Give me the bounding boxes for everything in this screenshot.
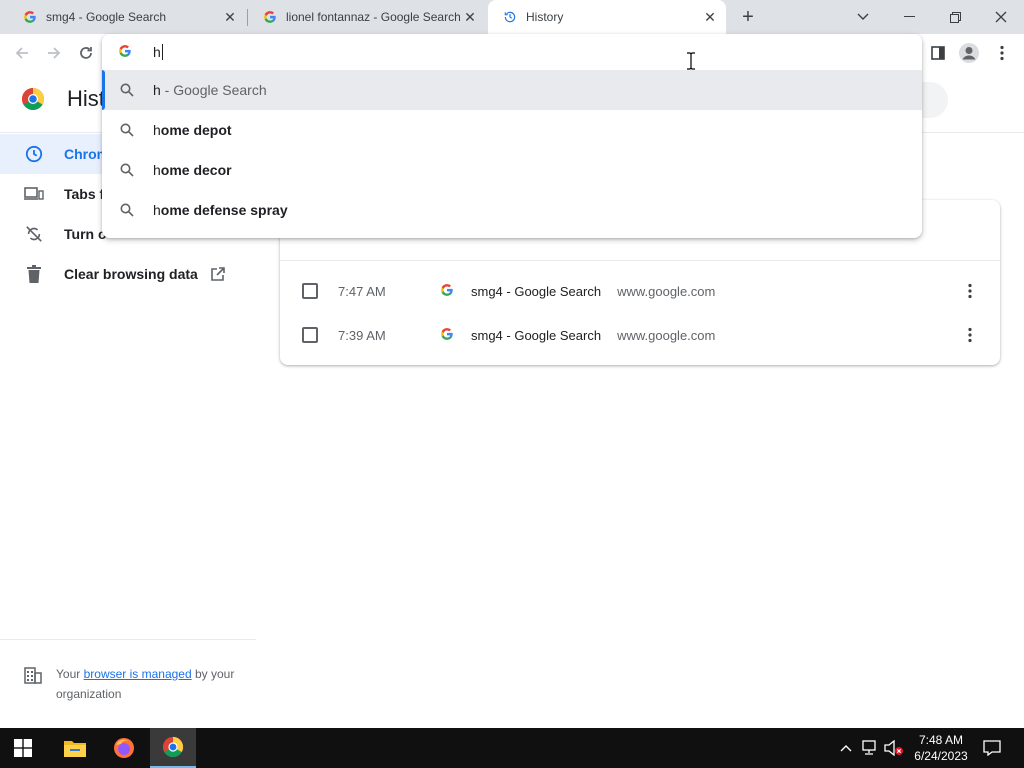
address-input[interactable]: h xyxy=(153,44,163,60)
network-icon[interactable] xyxy=(860,738,880,758)
clock-date: 6/24/2023 xyxy=(914,749,968,763)
omnibox-dropdown: h h - Google Search home depot home deco… xyxy=(102,34,922,238)
tab-history[interactable]: History ✕ xyxy=(488,0,726,34)
close-icon[interactable]: ✕ xyxy=(220,7,240,27)
address-input-value: h xyxy=(153,44,161,60)
google-icon xyxy=(440,283,456,299)
chrome-taskbar-icon[interactable] xyxy=(150,728,196,768)
address-bar[interactable]: h xyxy=(102,34,922,70)
visit-title-link[interactable]: smg4 - Google Search xyxy=(471,328,601,343)
minimize-button[interactable] xyxy=(886,0,932,34)
text-caret xyxy=(161,44,163,60)
sidebar-item-label: Clear browsing data xyxy=(64,266,198,282)
google-icon xyxy=(440,327,456,343)
clock-time: 7:48 AM xyxy=(918,733,964,747)
suggestion-text: home defense spray xyxy=(153,202,288,218)
card-divider xyxy=(280,260,1000,261)
suggestion-description: - Google Search xyxy=(160,82,267,98)
sidebar-item-label: Turn o xyxy=(64,226,107,242)
volume-muted-icon[interactable] xyxy=(884,738,904,758)
history-row[interactable]: 7:47 AM smg4 - Google Search www.google.… xyxy=(280,269,1000,313)
more-actions-icon[interactable] xyxy=(960,325,980,345)
google-icon xyxy=(262,9,278,25)
suggestion-item[interactable]: h - Google Search xyxy=(102,70,922,110)
text-cursor-icon xyxy=(686,52,696,70)
clock-icon xyxy=(24,144,44,164)
tab-strip: smg4 - Google Search ✕ lionel fontannaz … xyxy=(0,0,1024,34)
tab-title: History xyxy=(526,10,564,24)
sidebar-divider xyxy=(0,639,256,640)
google-icon xyxy=(22,9,38,25)
suggestion-completion: ome defense spray xyxy=(160,202,288,218)
tab-title: smg4 - Google Search xyxy=(46,10,167,24)
sync-off-icon xyxy=(24,224,44,244)
suggestion-typed: h xyxy=(153,122,161,138)
trash-icon xyxy=(24,264,44,284)
sidebar-item-label: Tabs f xyxy=(64,186,105,202)
devices-icon xyxy=(24,184,44,204)
history-row[interactable]: 7:39 AM smg4 - Google Search www.google.… xyxy=(280,313,1000,357)
suggestion-item[interactable]: home depot xyxy=(102,110,922,150)
firefox-icon[interactable] xyxy=(101,728,147,768)
profile-icon[interactable] xyxy=(957,41,981,65)
suggestion-typed: h xyxy=(153,162,161,178)
tab-search-icon[interactable] xyxy=(840,0,886,34)
search-icon xyxy=(120,123,134,137)
close-icon[interactable]: ✕ xyxy=(700,7,720,27)
visit-domain: www.google.com xyxy=(617,283,716,299)
building-icon xyxy=(24,666,42,684)
suggestion-item[interactable]: home defense spray xyxy=(102,190,922,230)
tab-title: lionel fontannaz - Google Search xyxy=(286,10,460,24)
start-button[interactable] xyxy=(0,728,46,768)
history-icon xyxy=(502,9,518,25)
row-checkbox[interactable] xyxy=(302,283,318,299)
system-clock[interactable]: 7:48 AM 6/24/2023 xyxy=(906,732,976,764)
close-window-button[interactable] xyxy=(978,0,1024,34)
chevron-up-icon[interactable] xyxy=(836,738,856,758)
side-panel-icon[interactable] xyxy=(926,41,950,65)
row-checkbox[interactable] xyxy=(302,327,318,343)
search-icon xyxy=(120,163,134,177)
suggestion-text: home decor xyxy=(153,162,232,178)
suggestion-item[interactable]: home decor xyxy=(102,150,922,190)
restore-button[interactable] xyxy=(932,0,978,34)
suggestion-completion: ome decor xyxy=(160,162,232,178)
taskbar: 7:48 AM 6/24/2023 xyxy=(0,728,1024,768)
managed-prefix: Your xyxy=(56,667,84,681)
tab-smg4[interactable]: smg4 - Google Search ✕ xyxy=(8,0,246,34)
more-actions-icon[interactable] xyxy=(960,281,980,301)
forward-button[interactable] xyxy=(42,41,66,65)
tab-lionel[interactable]: lionel fontannaz - Google Search ✕ xyxy=(248,0,486,34)
notifications-icon[interactable] xyxy=(982,738,1002,758)
suggestion-text: h - Google Search xyxy=(153,82,267,98)
file-explorer-icon[interactable] xyxy=(52,728,98,768)
back-button[interactable] xyxy=(10,41,34,65)
sidebar-item-clear-browsing-data[interactable]: Clear browsing data xyxy=(0,254,256,294)
external-link-icon xyxy=(210,266,226,282)
visit-domain: www.google.com xyxy=(617,327,716,343)
visit-title-link[interactable]: smg4 - Google Search xyxy=(471,284,601,299)
suggestion-typed: h xyxy=(153,202,161,218)
browser-managed-link[interactable]: browser is managed xyxy=(84,667,192,681)
close-icon[interactable]: ✕ xyxy=(460,7,480,27)
chrome-logo-icon xyxy=(21,87,45,111)
menu-icon[interactable] xyxy=(990,41,1014,65)
reload-button[interactable] xyxy=(74,41,98,65)
visit-time: 7:39 AM xyxy=(338,327,386,343)
google-icon xyxy=(118,44,134,60)
page-title: Hist xyxy=(67,86,105,111)
suggestion-completion: ome depot xyxy=(160,122,232,138)
visit-time: 7:47 AM xyxy=(338,283,386,299)
search-icon xyxy=(120,203,134,217)
suggestion-text: home depot xyxy=(153,122,232,138)
search-icon xyxy=(120,83,134,97)
new-tab-button[interactable]: + xyxy=(736,5,760,29)
suggestion-typed: h xyxy=(153,82,161,98)
managed-notice: Your browser is managed by your organiza… xyxy=(56,664,246,704)
